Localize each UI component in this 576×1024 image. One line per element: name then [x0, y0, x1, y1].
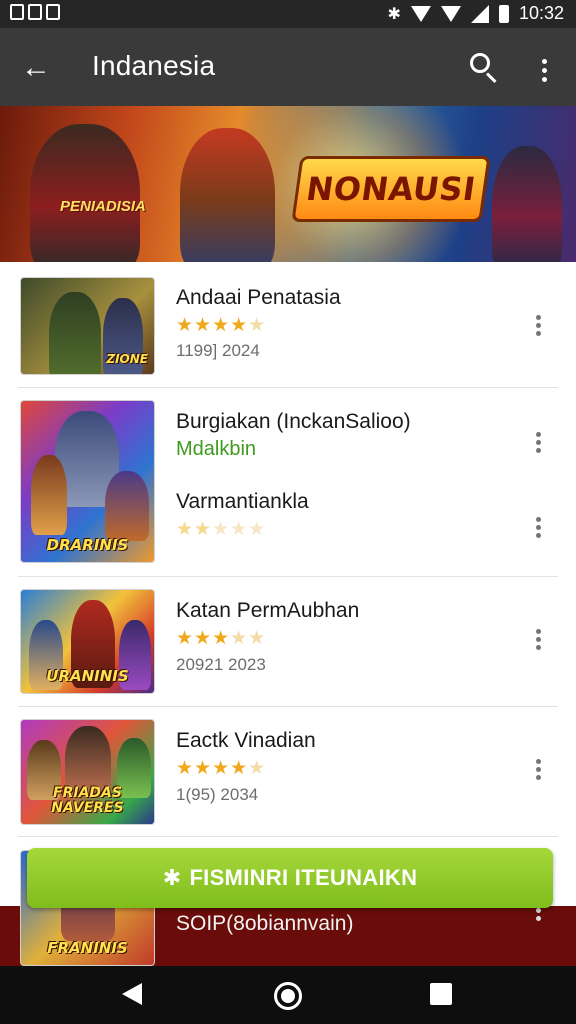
sparkle-icon: ✱ [162, 865, 182, 890]
app-thumbnail[interactable]: ZIONE [20, 277, 155, 375]
app-title[interactable]: Eactk Vinadian [176, 729, 316, 753]
banner-hero-figure [492, 146, 562, 262]
app-meta: 1199] 2024 [176, 341, 260, 360]
banner-hero-figure [180, 128, 275, 262]
app-title[interactable]: Katan PermAubhan [176, 599, 359, 623]
app-thumbnail[interactable]: FRIADAS NAVERES [20, 719, 155, 825]
nav-recents-icon[interactable] [430, 983, 452, 1005]
notification-icon [10, 4, 24, 20]
star-rating: ★★★★★ [176, 628, 267, 649]
app-developer: Mdalkbin [176, 438, 257, 460]
featured-banner[interactable]: PENIADISIA NONAUSI [0, 106, 576, 262]
divider [18, 836, 558, 837]
nav-home-icon[interactable] [274, 982, 302, 1010]
app-meta: 1(95) 2034 [176, 785, 259, 804]
item-overflow-icon[interactable] [524, 510, 552, 544]
signal-icon [440, 5, 461, 22]
star-rating: ★★★★★ [176, 758, 267, 779]
item-overflow-icon[interactable] [524, 622, 552, 656]
app-title[interactable]: Andaai Penatasia [176, 286, 341, 310]
star-rating: ★★★★★ [176, 315, 267, 336]
divider [18, 576, 558, 577]
notification-icon [46, 4, 60, 20]
bluetooth-icon: ✱ [387, 5, 401, 23]
banner-hero-figure [30, 124, 140, 262]
star-rating: ★★★★★ [176, 519, 267, 540]
search-icon[interactable] [462, 46, 506, 90]
battery-icon [498, 4, 509, 23]
cell-signal-icon [470, 4, 489, 23]
divider [18, 387, 558, 388]
item-overflow-icon[interactable] [524, 425, 552, 459]
app-bar: ← Indanesia [0, 28, 576, 106]
back-arrow-icon[interactable]: ← [16, 48, 56, 88]
wifi-icon [410, 5, 431, 22]
app-title[interactable]: Varmantiankla [176, 490, 309, 514]
overflow-menu-icon[interactable] [528, 50, 560, 90]
app-title[interactable]: Burgiakan (InckanSalioo) [176, 410, 411, 434]
notification-icon [28, 4, 42, 20]
app-thumbnail[interactable]: URANINIS [20, 589, 155, 694]
banner-subtitle: PENIADISIA [60, 198, 146, 215]
cta-button[interactable]: ✱ FISMINRI ITEUNAIKN [27, 848, 553, 908]
strip-text: SOIP(8obiannvain) [176, 912, 354, 935]
nav-back-icon[interactable] [122, 983, 142, 1005]
page-title: Indanesia [92, 50, 216, 81]
app-meta: 20921 2023 [176, 655, 266, 674]
clock: 10:32 [518, 3, 564, 23]
item-overflow-icon[interactable] [524, 752, 552, 786]
status-bar: ✱ 10:32 [0, 0, 576, 28]
notification-icons [10, 4, 60, 20]
item-overflow-icon[interactable] [524, 308, 552, 342]
divider [18, 706, 558, 707]
status-indicators: ✱ 10:32 [388, 3, 564, 24]
app-thumbnail[interactable]: DRARINIS [20, 400, 155, 563]
banner-logo: NONAUSI [291, 156, 491, 222]
cta-label: FISMINRI ITEUNAIKN [189, 865, 418, 890]
system-nav-bar [0, 966, 576, 1024]
